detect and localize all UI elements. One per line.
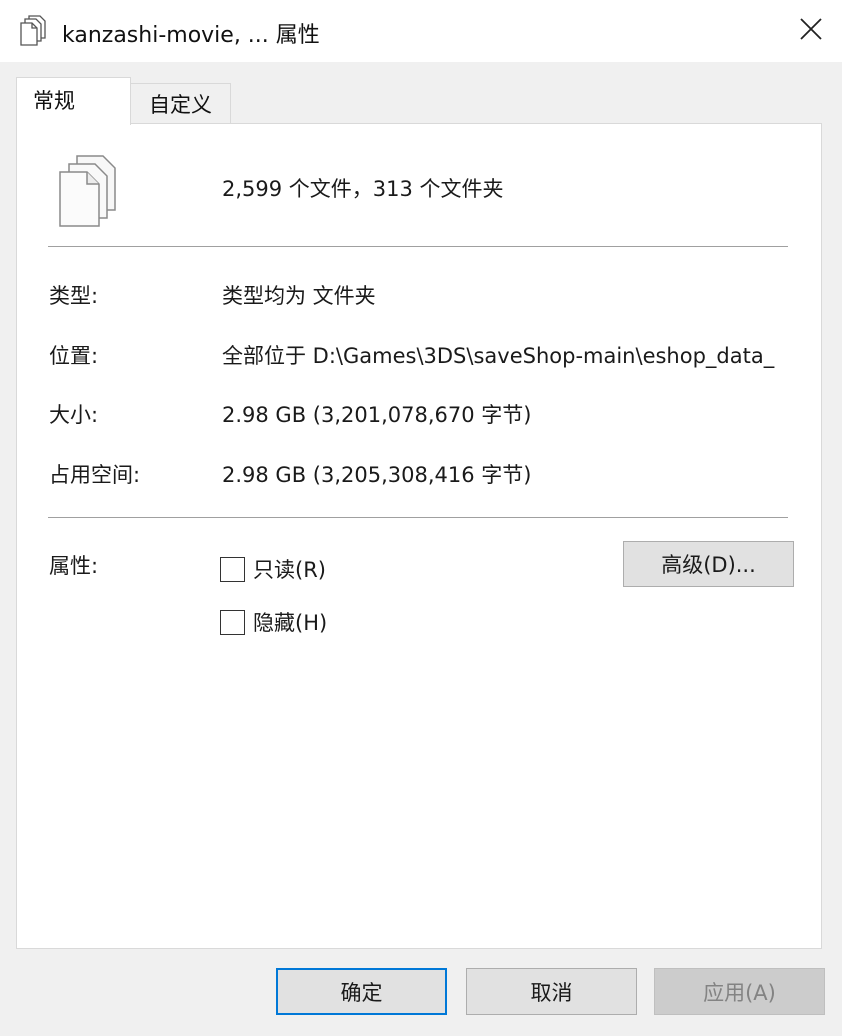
location-value[interactable]: 全部位于 D:\Games\3DS\saveShop-main\eshop_da… [222,340,797,370]
window-title: kanzashi-movie, ... 属性 [62,23,320,48]
location-label: 位置: [49,344,99,368]
multiple-files-icon [57,152,119,228]
ok-button[interactable]: 确定 [276,968,447,1015]
multiple-files-icon [20,14,48,46]
hidden-checkbox-label[interactable]: 隐藏(H) [253,607,327,637]
size-value: 2.98 GB (3,201,078,670 字节) [222,403,532,427]
type-label: 类型: [49,284,99,308]
checkbox-box[interactable] [220,556,245,582]
apply-button[interactable]: 应用(A) [654,968,825,1015]
readonly-checkbox-label[interactable]: 只读(R) [253,554,326,584]
close-button[interactable] [780,0,842,62]
item-count-summary: 2,599 个文件，313 个文件夹 [222,177,504,201]
size-on-disk-label: 占用空间: [49,463,141,487]
separator [48,246,788,247]
close-icon [800,18,822,44]
advanced-button[interactable]: 高级(D)... [623,541,794,587]
properties-dialog: kanzashi-movie, ... 属性 常规 自定义 2,599 个文件，… [0,0,842,1036]
size-on-disk-value: 2.98 GB (3,205,308,416 字节) [222,463,532,487]
general-panel: 2,599 个文件，313 个文件夹 类型: 类型均为 文件夹 位置: 全部位于… [16,123,822,949]
readonly-checkbox[interactable]: 只读(R) [220,554,326,584]
cancel-button[interactable]: 取消 [466,968,637,1015]
tab-custom[interactable]: 自定义 [130,83,231,124]
attributes-label: 属性: [49,554,99,578]
size-label: 大小: [49,403,99,427]
type-value: 类型均为 文件夹 [222,284,376,308]
tab-general[interactable]: 常规 [16,77,131,125]
title-bar: kanzashi-movie, ... 属性 [0,0,842,62]
hidden-checkbox[interactable]: 隐藏(H) [220,607,327,637]
separator [48,517,788,518]
checkbox-box[interactable] [220,609,245,635]
